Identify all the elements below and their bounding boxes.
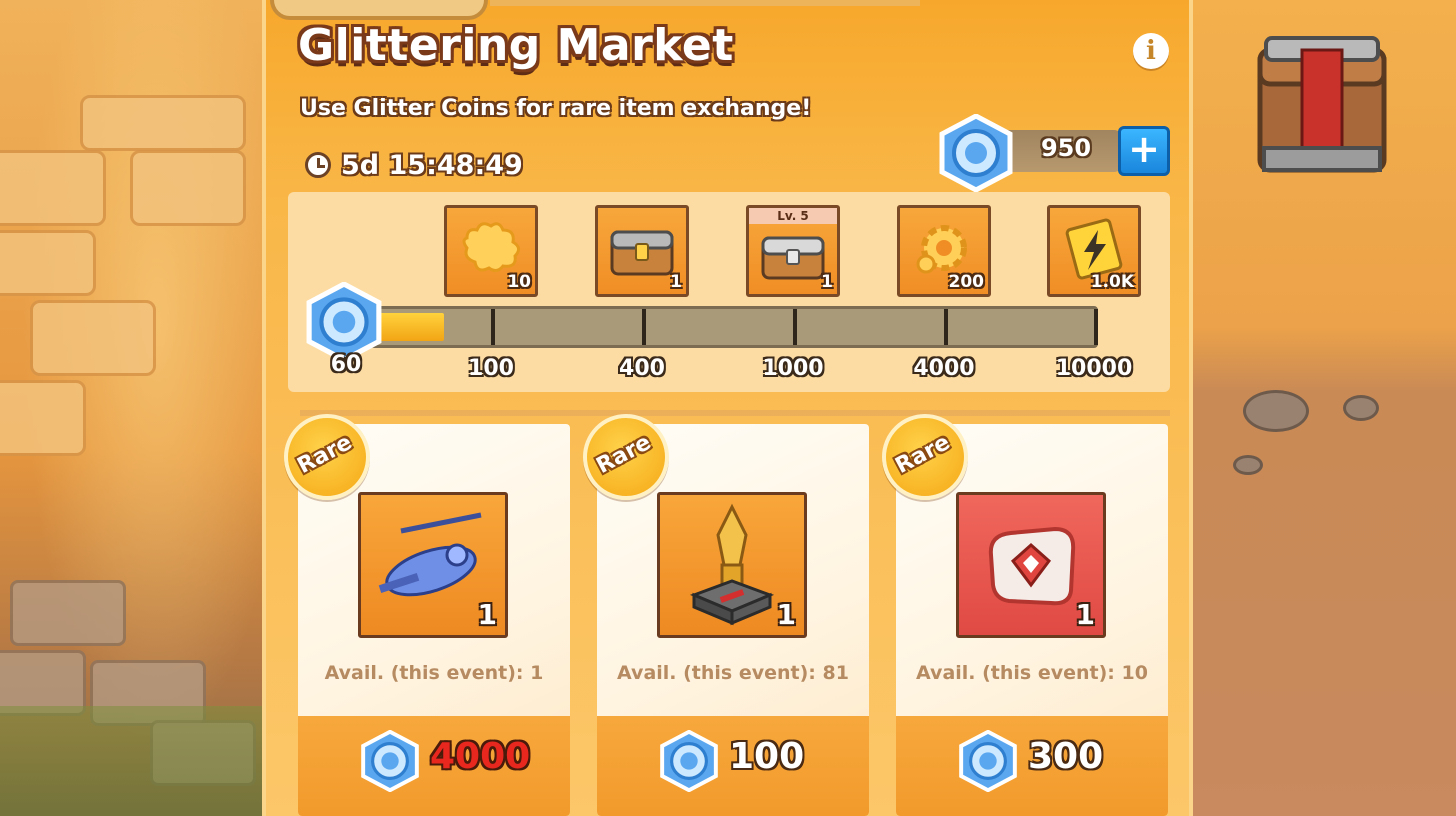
event-chest-icon[interactable] xyxy=(1252,30,1392,184)
milestone-reward-1[interactable]: 10 xyxy=(444,205,538,297)
milestone-threshold: 4000 xyxy=(913,356,975,381)
item-quantity: 1 xyxy=(776,598,796,631)
panel-top-tab xyxy=(270,0,488,20)
buy-button[interactable]: 4000 xyxy=(298,716,570,816)
buy-button[interactable]: 300 xyxy=(896,716,1168,816)
info-icon[interactable]: i xyxy=(1133,33,1169,69)
item-price: 4000 xyxy=(430,736,531,777)
progress-track xyxy=(370,306,1098,348)
milestone-quantity: 10 xyxy=(507,272,531,292)
item-price: 300 xyxy=(1028,736,1104,777)
buy-button[interactable]: 100 xyxy=(597,716,869,816)
glitter-coin-icon xyxy=(958,729,1018,796)
progress-tick xyxy=(491,309,495,345)
rare-badge: Rare xyxy=(583,414,669,500)
page-title: Glittering Market xyxy=(298,20,734,71)
milestone-threshold: 100 xyxy=(468,356,514,381)
item-quantity: 1 xyxy=(1075,598,1095,631)
milestone-threshold: 1000 xyxy=(762,356,824,381)
rare-badge-label: Rare xyxy=(592,429,656,480)
item-icon-frame: 1 xyxy=(657,492,807,638)
milestone-reward-4[interactable]: 200 xyxy=(897,205,991,297)
item-icon-frame: 1 xyxy=(358,492,508,638)
level-label: Lv. 5 xyxy=(749,208,837,224)
coin-balance-value: 950 xyxy=(1040,134,1092,162)
item-icon-frame: 1 xyxy=(956,492,1106,638)
add-coins-button[interactable]: + xyxy=(1118,126,1170,176)
progress-tick xyxy=(1094,309,1098,345)
milestone-threshold: 10000 xyxy=(1055,356,1133,381)
background-left-scenery xyxy=(0,0,262,816)
current-coin-progress: 60 xyxy=(330,352,362,377)
progress-tick xyxy=(642,309,646,345)
market-subtitle: Use Glitter Coins for rare item exchange… xyxy=(300,96,812,121)
milestone-quantity: 1 xyxy=(670,272,682,292)
progress-tick xyxy=(944,309,948,345)
milestone-quantity: 200 xyxy=(948,272,985,292)
shelf-divider xyxy=(300,410,1170,416)
event-timer: 5d 15:48:49 xyxy=(305,148,523,182)
item-availability: Avail. (this event): 1 xyxy=(324,662,544,684)
glitter-coin-icon xyxy=(659,729,719,796)
rare-badge-label: Rare xyxy=(891,429,955,480)
milestone-reward-5[interactable]: 1.0K xyxy=(1047,205,1141,297)
clock-icon xyxy=(305,152,331,178)
milestone-quantity: 1.0K xyxy=(1090,272,1134,292)
item-availability: Avail. (this event): 81 xyxy=(617,662,849,684)
glitter-coin-icon xyxy=(360,729,420,796)
item-quantity: 1 xyxy=(477,598,497,631)
progress-tick xyxy=(793,309,797,345)
progress-rewards-panel xyxy=(288,192,1170,392)
rare-badge-label: Rare xyxy=(293,429,357,480)
item-availability: Avail. (this event): 10 xyxy=(916,662,1148,684)
rare-badge: Rare xyxy=(882,414,968,500)
rare-badge: Rare xyxy=(284,414,370,500)
glitter-coin-icon xyxy=(304,282,384,362)
item-price: 100 xyxy=(729,736,805,777)
milestone-reward-3[interactable]: Lv. 5 1 xyxy=(746,205,840,297)
glitter-coin-icon xyxy=(938,114,1014,192)
panel-top-bar xyxy=(490,0,920,6)
milestone-threshold: 400 xyxy=(619,356,665,381)
milestone-reward-2[interactable]: 1 xyxy=(595,205,689,297)
timer-text: 5d 15:48:49 xyxy=(341,149,523,181)
milestone-quantity: 1 xyxy=(821,272,833,292)
